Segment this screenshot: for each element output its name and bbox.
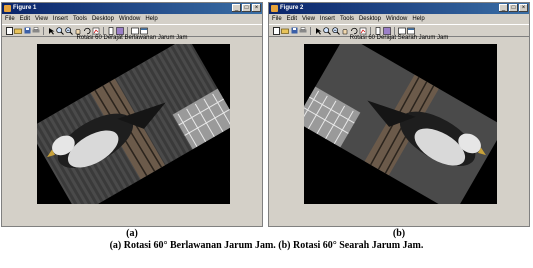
- hide-tools-icon[interactable]: [140, 27, 148, 35]
- hide-tools-icon[interactable]: [407, 27, 415, 35]
- open-icon[interactable]: [14, 27, 22, 35]
- figure-caption: (a) Rotasi 60° Berlawanan Jarum Jam. (b)…: [109, 240, 424, 251]
- window-title: Figure 1: [13, 5, 37, 11]
- menu-insert[interactable]: Insert: [53, 14, 68, 24]
- maximize-button[interactable]: □: [509, 4, 518, 12]
- legend-icon[interactable]: [116, 26, 124, 35]
- menu-edit[interactable]: Edit: [20, 14, 30, 24]
- toolbar-separator: [310, 26, 311, 35]
- menu-view[interactable]: View: [35, 14, 48, 24]
- caption-label-b: (b): [392, 228, 406, 239]
- plot-title: Rotasi 60 Derajat Berlawanan Jarum Jam: [76, 35, 188, 41]
- save-icon[interactable]: [23, 27, 31, 35]
- print-icon[interactable]: [32, 27, 40, 35]
- maximize-button[interactable]: □: [242, 4, 251, 12]
- menu-desktop[interactable]: Desktop: [359, 14, 381, 24]
- plot-tools-icon[interactable]: [131, 27, 139, 35]
- minimize-button[interactable]: _: [232, 4, 241, 12]
- toolbar-separator: [103, 26, 104, 35]
- open-icon[interactable]: [281, 27, 289, 35]
- arrow-icon[interactable]: [314, 27, 322, 35]
- menu-desktop[interactable]: Desktop: [92, 14, 114, 24]
- close-button[interactable]: ×: [519, 4, 528, 12]
- toolbar-separator: [127, 26, 128, 35]
- minimize-button[interactable]: _: [499, 4, 508, 12]
- zoom-out-icon[interactable]: [65, 26, 73, 35]
- print-icon[interactable]: [299, 27, 307, 35]
- menu-file[interactable]: File: [5, 14, 15, 24]
- menu-tools[interactable]: Tools: [73, 14, 87, 24]
- datacursor-icon[interactable]: [92, 27, 100, 35]
- zoom-in-icon[interactable]: [323, 26, 331, 35]
- toolbar-separator: [370, 26, 371, 35]
- toolbar-separator: [43, 26, 44, 35]
- close-button[interactable]: ×: [252, 4, 261, 12]
- menu-edit[interactable]: Edit: [287, 14, 297, 24]
- colorbar-icon[interactable]: [374, 26, 382, 35]
- toolbar-separator: [394, 26, 395, 35]
- figure-1-titlebar[interactable]: Figure 1 _ □ ×: [2, 3, 262, 14]
- save-icon[interactable]: [290, 27, 298, 35]
- figure-2-window: Figure 2 _ □ × File Edit View Insert Too…: [268, 2, 530, 227]
- pan-icon[interactable]: [341, 27, 349, 35]
- window-title: Figure 2: [280, 5, 304, 11]
- figure-2-titlebar[interactable]: Figure 2 _ □ ×: [269, 3, 529, 14]
- rotated-eagle-image: [37, 44, 230, 204]
- zoom-out-icon[interactable]: [332, 26, 340, 35]
- matlab-icon: [271, 5, 278, 12]
- menu-window[interactable]: Window: [119, 14, 140, 24]
- menu-view[interactable]: View: [302, 14, 315, 24]
- menu-insert[interactable]: Insert: [320, 14, 335, 24]
- legend-icon[interactable]: [383, 26, 391, 35]
- zoom-in-icon[interactable]: [56, 26, 64, 35]
- image-axes[interactable]: [37, 44, 230, 204]
- arrow-icon[interactable]: [47, 27, 55, 35]
- datacursor-icon[interactable]: [359, 27, 367, 35]
- image-axes[interactable]: [304, 44, 497, 204]
- menubar: File Edit View Insert Tools Desktop Wind…: [2, 14, 262, 24]
- caption-label-a: (a): [126, 228, 138, 239]
- menu-help[interactable]: Help: [412, 14, 424, 24]
- menu-file[interactable]: File: [272, 14, 282, 24]
- rotate-icon[interactable]: [350, 27, 358, 35]
- figure-1-window: Figure 1 _ □ × File Edit View Insert Too…: [1, 2, 263, 227]
- pan-icon[interactable]: [74, 27, 82, 35]
- colorbar-icon[interactable]: [107, 26, 115, 35]
- rotate-icon[interactable]: [83, 27, 91, 35]
- menu-help[interactable]: Help: [145, 14, 157, 24]
- plot-tools-icon[interactable]: [398, 27, 406, 35]
- plot-title: Rotasi 60 Derajat Searah Jarum Jam: [349, 35, 449, 41]
- menu-window[interactable]: Window: [386, 14, 407, 24]
- menubar: File Edit View Insert Tools Desktop Wind…: [269, 14, 529, 24]
- rotated-eagle-image: [304, 44, 497, 204]
- new-file-icon[interactable]: [5, 26, 13, 35]
- menu-tools[interactable]: Tools: [340, 14, 354, 24]
- new-file-icon[interactable]: [272, 26, 280, 35]
- matlab-icon: [4, 5, 11, 12]
